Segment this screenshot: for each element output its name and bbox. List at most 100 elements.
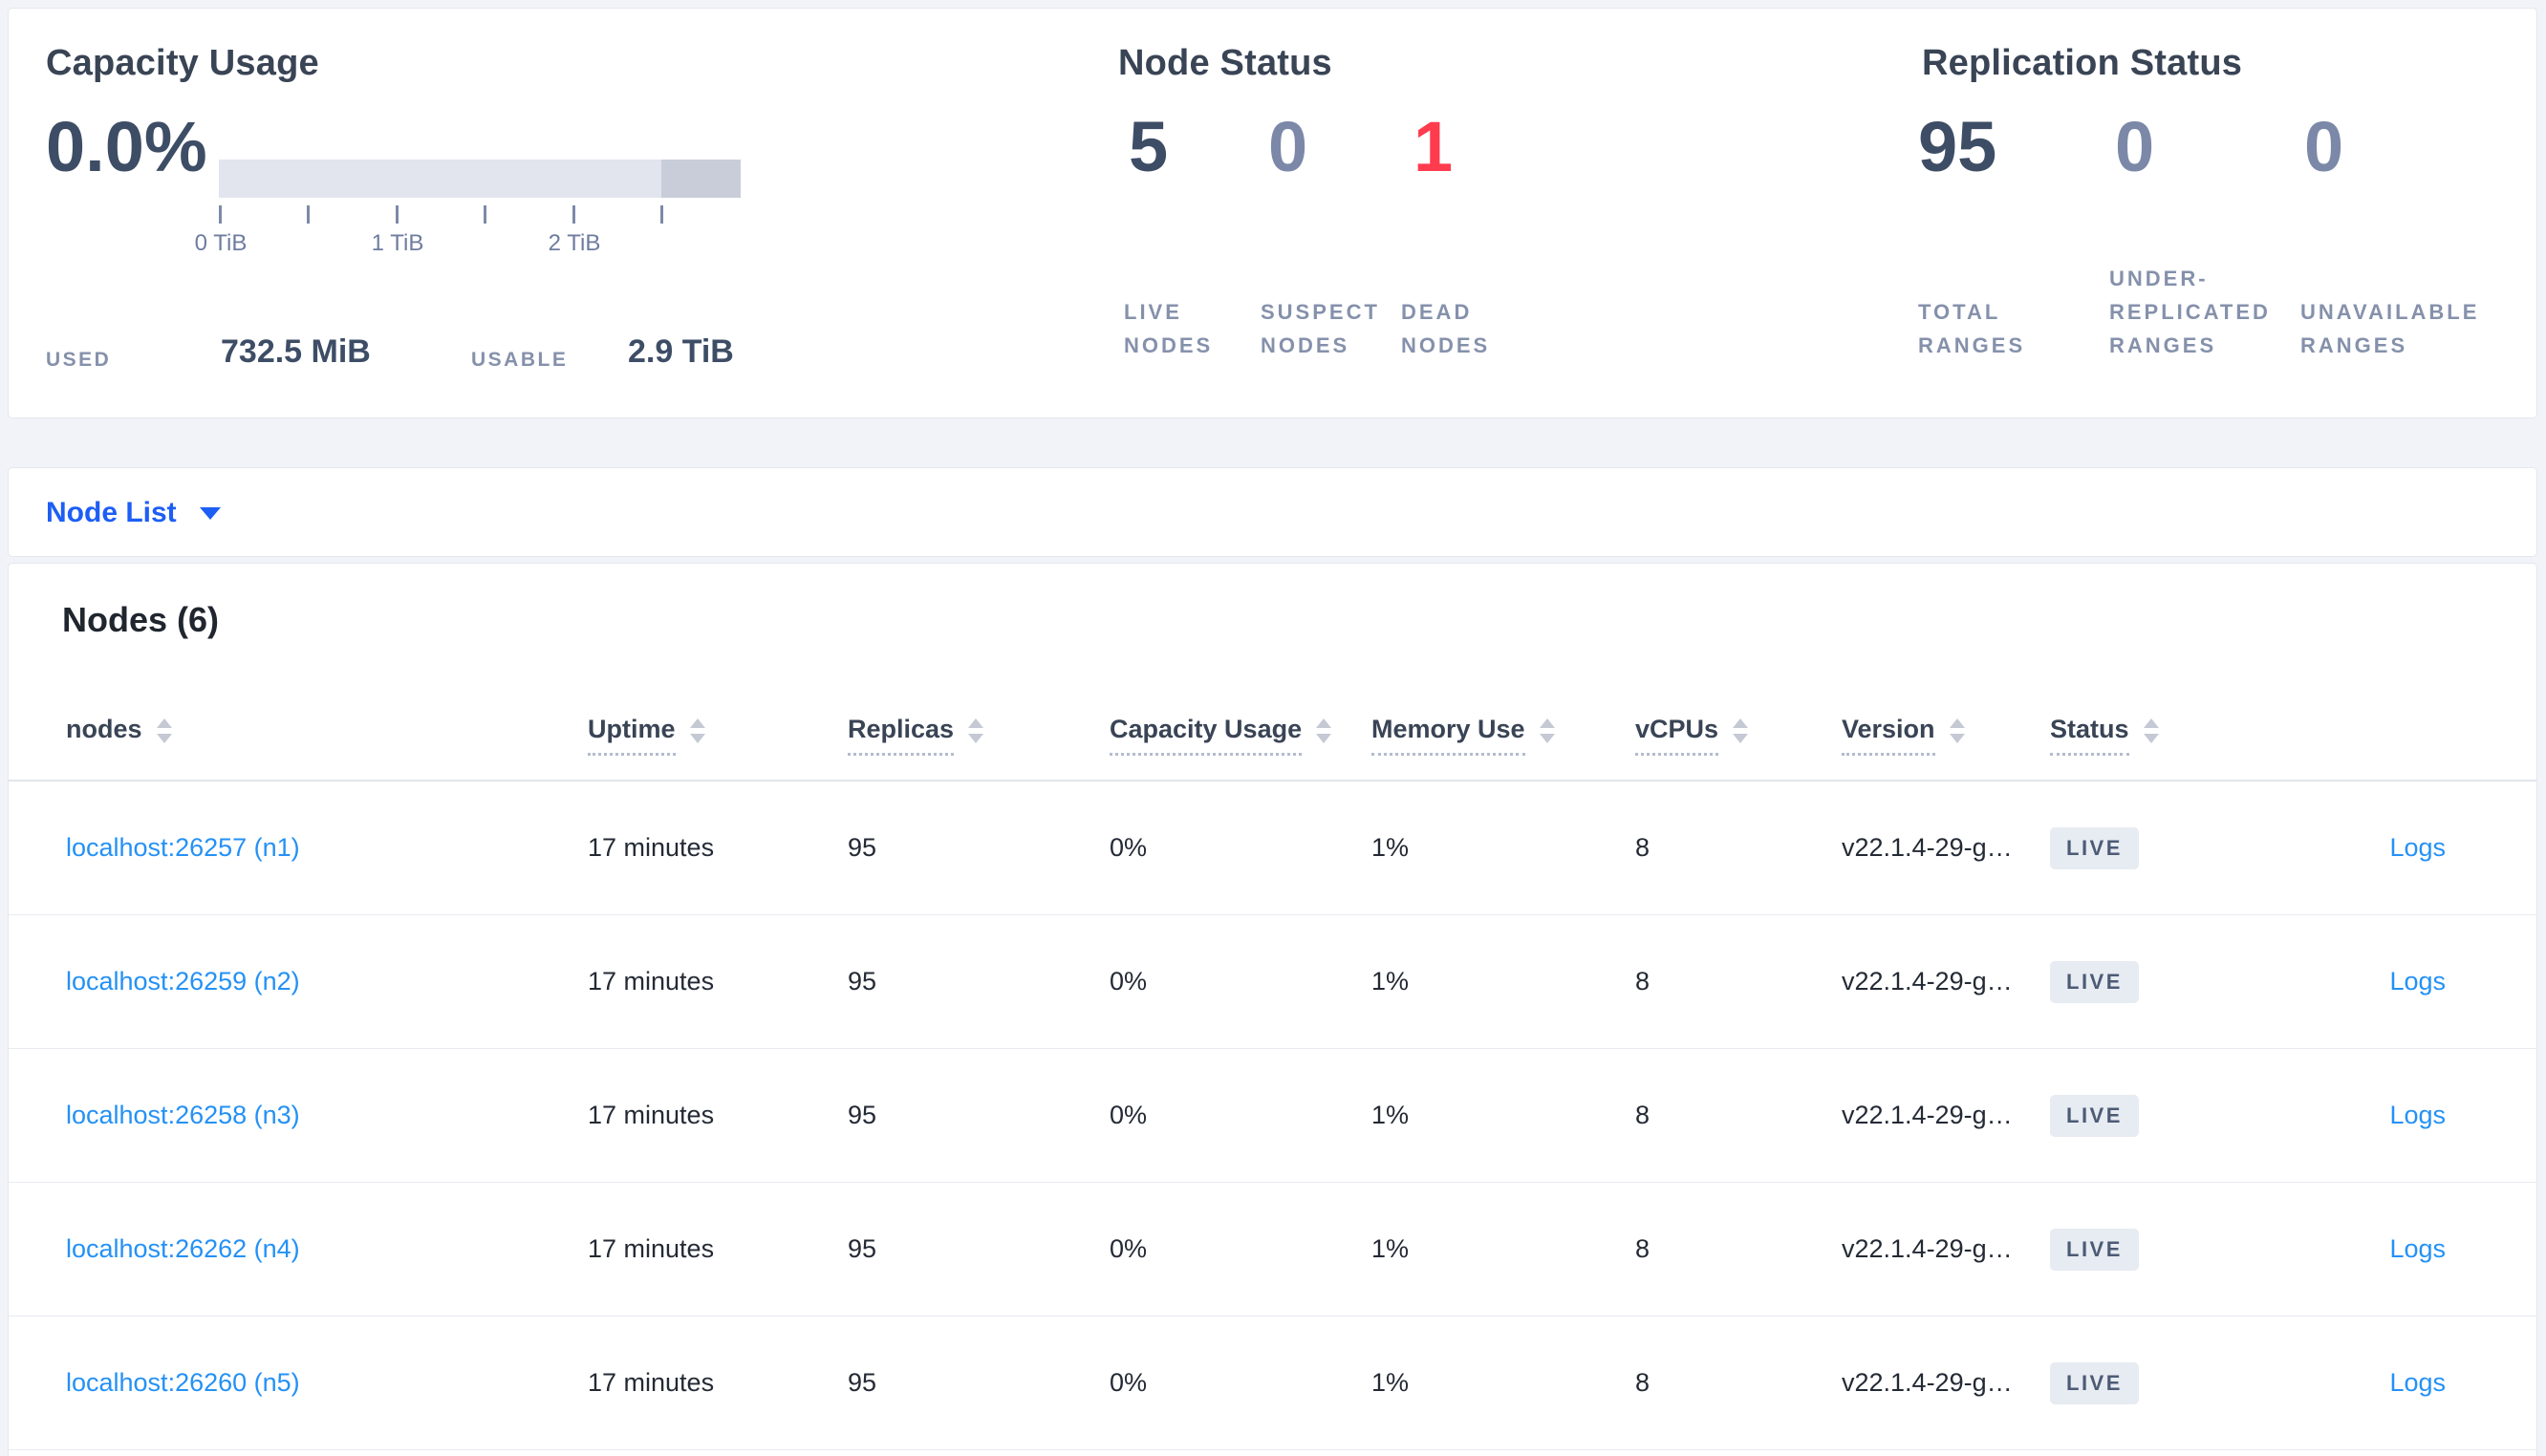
sort-icon (2143, 717, 2159, 743)
replicas-cell: 95 (848, 1234, 877, 1263)
capacity-tick (396, 205, 399, 224)
memory-use-cell: 1% (1371, 1368, 1410, 1397)
table-row: localhost:26259 (n2) 17 minutes 95 0% 1%… (9, 915, 2536, 1049)
replicas-cell: 95 (848, 1101, 877, 1129)
total-ranges-label: TOTAL RANGES (1918, 300, 2026, 357)
memory-use-cell: 1% (1371, 967, 1410, 996)
usable-value: 2.9 TiB (628, 333, 734, 370)
nodes-table-card: Nodes (6) nodes Uptime Replicas Capacity… (8, 563, 2537, 1456)
cluster-summary-card: Capacity Usage 0.0% 0 TiB 1 TiB 2 TiB US… (8, 8, 2537, 418)
capacity-usage-cell: 0% (1110, 1234, 1148, 1263)
node-status-title: Node Status (1118, 43, 1332, 83)
node-link[interactable]: localhost:26262 (n4) (66, 1234, 300, 1264)
column-header-memory-use[interactable]: Memory Use (1371, 715, 1555, 756)
logs-link[interactable]: Logs (2389, 833, 2446, 863)
total-ranges-count: 95 (1918, 107, 1997, 186)
version-cell: v22.1.4-29-g… (1842, 1368, 2013, 1397)
vcpus-cell: 8 (1635, 1101, 1651, 1129)
version-cell: v22.1.4-29-g… (1842, 967, 2013, 996)
usable-label: USABLE (471, 349, 569, 371)
vcpus-cell: 8 (1635, 1234, 1651, 1263)
capacity-tick (660, 205, 663, 224)
dead-nodes-label: DEAD NODES (1401, 300, 1491, 357)
view-selector-card: Node List (8, 467, 2537, 557)
unavailable-ranges-label: UNAVAILABLE RANGES (2300, 300, 2480, 357)
version-cell: v22.1.4-29-g… (1842, 1101, 2013, 1129)
status-badge: LIVE (2050, 1094, 2139, 1137)
node-link[interactable]: localhost:26260 (n5) (66, 1368, 300, 1398)
nodes-table-header: nodes Uptime Replicas Capacity Usage Mem… (9, 707, 2536, 782)
table-row: localhost:26260 (n5) 17 minutes 95 0% 1%… (9, 1317, 2536, 1450)
table-row: localhost:26258 (n3) 17 minutes 95 0% 1%… (9, 1049, 2536, 1183)
unavailable-ranges-count: 0 (2304, 107, 2344, 186)
sort-icon (1733, 717, 1749, 743)
column-header-status[interactable]: Status (2050, 715, 2159, 756)
node-link[interactable]: localhost:26259 (n2) (66, 967, 300, 996)
suspect-nodes-count: 0 (1268, 107, 1308, 186)
node-link[interactable]: localhost:26258 (n3) (66, 1101, 300, 1130)
node-link[interactable]: localhost:26257 (n1) (66, 833, 300, 863)
suspect-nodes-label: SUSPECT NODES (1261, 300, 1380, 357)
vcpus-cell: 8 (1635, 967, 1651, 996)
sort-icon (968, 717, 984, 743)
uptime-cell: 17 minutes (588, 833, 715, 862)
sort-icon (1316, 717, 1332, 743)
used-label: USED (46, 349, 112, 371)
capacity-tick-label: 2 TiB (548, 230, 601, 256)
column-header-capacity-usage[interactable]: Capacity Usage (1110, 715, 1332, 756)
live-nodes-label: LIVE NODES (1124, 300, 1214, 357)
sort-icon (1539, 717, 1555, 743)
capacity-tick (572, 205, 575, 224)
logs-link[interactable]: Logs (2389, 1101, 2446, 1130)
live-nodes-count: 5 (1129, 107, 1169, 186)
column-header-replicas[interactable]: Replicas (848, 715, 984, 756)
column-header-version[interactable]: Version (1842, 715, 1965, 756)
nodes-table-body: localhost:26257 (n1) 17 minutes 95 0% 1%… (9, 782, 2536, 1450)
sort-icon (1949, 717, 1965, 743)
capacity-usage-cell: 0% (1110, 1101, 1148, 1129)
capacity-usage-cell: 0% (1110, 1368, 1148, 1397)
memory-use-cell: 1% (1371, 1101, 1410, 1129)
under-replicated-label: UNDER- REPLICATED RANGES (2109, 267, 2271, 357)
under-replicated-count: 0 (2115, 107, 2155, 186)
uptime-cell: 17 minutes (588, 1368, 715, 1397)
node-list-dropdown[interactable]: Node List (46, 468, 221, 558)
status-badge: LIVE (2050, 960, 2139, 1003)
replicas-cell: 95 (848, 1368, 877, 1397)
column-header-vcpus[interactable]: vCPUs (1635, 715, 1749, 756)
node-list-dropdown-label: Node List (46, 497, 177, 528)
uptime-cell: 17 minutes (588, 1234, 715, 1263)
status-badge: LIVE (2050, 1228, 2139, 1271)
logs-link[interactable]: Logs (2389, 1234, 2446, 1264)
column-header-nodes[interactable]: nodes (66, 715, 172, 756)
nodes-table-title: Nodes (6) (62, 600, 220, 639)
capacity-tick (307, 205, 310, 224)
column-header-uptime[interactable]: Uptime (588, 715, 705, 756)
capacity-tick (219, 205, 222, 224)
uptime-cell: 17 minutes (588, 967, 715, 996)
used-value: 732.5 MiB (221, 333, 371, 370)
sort-icon (689, 717, 705, 743)
logs-link[interactable]: Logs (2389, 967, 2446, 996)
capacity-usage-cell: 0% (1110, 833, 1148, 862)
capacity-percent: 0.0% (46, 107, 207, 186)
replication-status-title: Replication Status (1922, 43, 2243, 83)
replicas-cell: 95 (848, 967, 877, 996)
status-badge: LIVE (2050, 826, 2139, 869)
logs-link[interactable]: Logs (2389, 1368, 2446, 1398)
version-cell: v22.1.4-29-g… (1842, 833, 2013, 862)
version-cell: v22.1.4-29-g… (1842, 1234, 2013, 1263)
vcpus-cell: 8 (1635, 833, 1651, 862)
table-row: localhost:26257 (n1) 17 minutes 95 0% 1%… (9, 782, 2536, 915)
capacity-usage-cell: 0% (1110, 967, 1148, 996)
capacity-tick (484, 205, 486, 224)
capacity-usage-title: Capacity Usage (46, 43, 319, 83)
capacity-usage-bar (219, 160, 741, 198)
capacity-tick-label: 0 TiB (194, 230, 248, 256)
dead-nodes-count: 1 (1413, 107, 1454, 186)
memory-use-cell: 1% (1371, 1234, 1410, 1263)
memory-use-cell: 1% (1371, 833, 1410, 862)
sort-icon (156, 717, 172, 743)
status-badge: LIVE (2050, 1361, 2139, 1404)
capacity-bar-dark-segment (661, 160, 741, 198)
